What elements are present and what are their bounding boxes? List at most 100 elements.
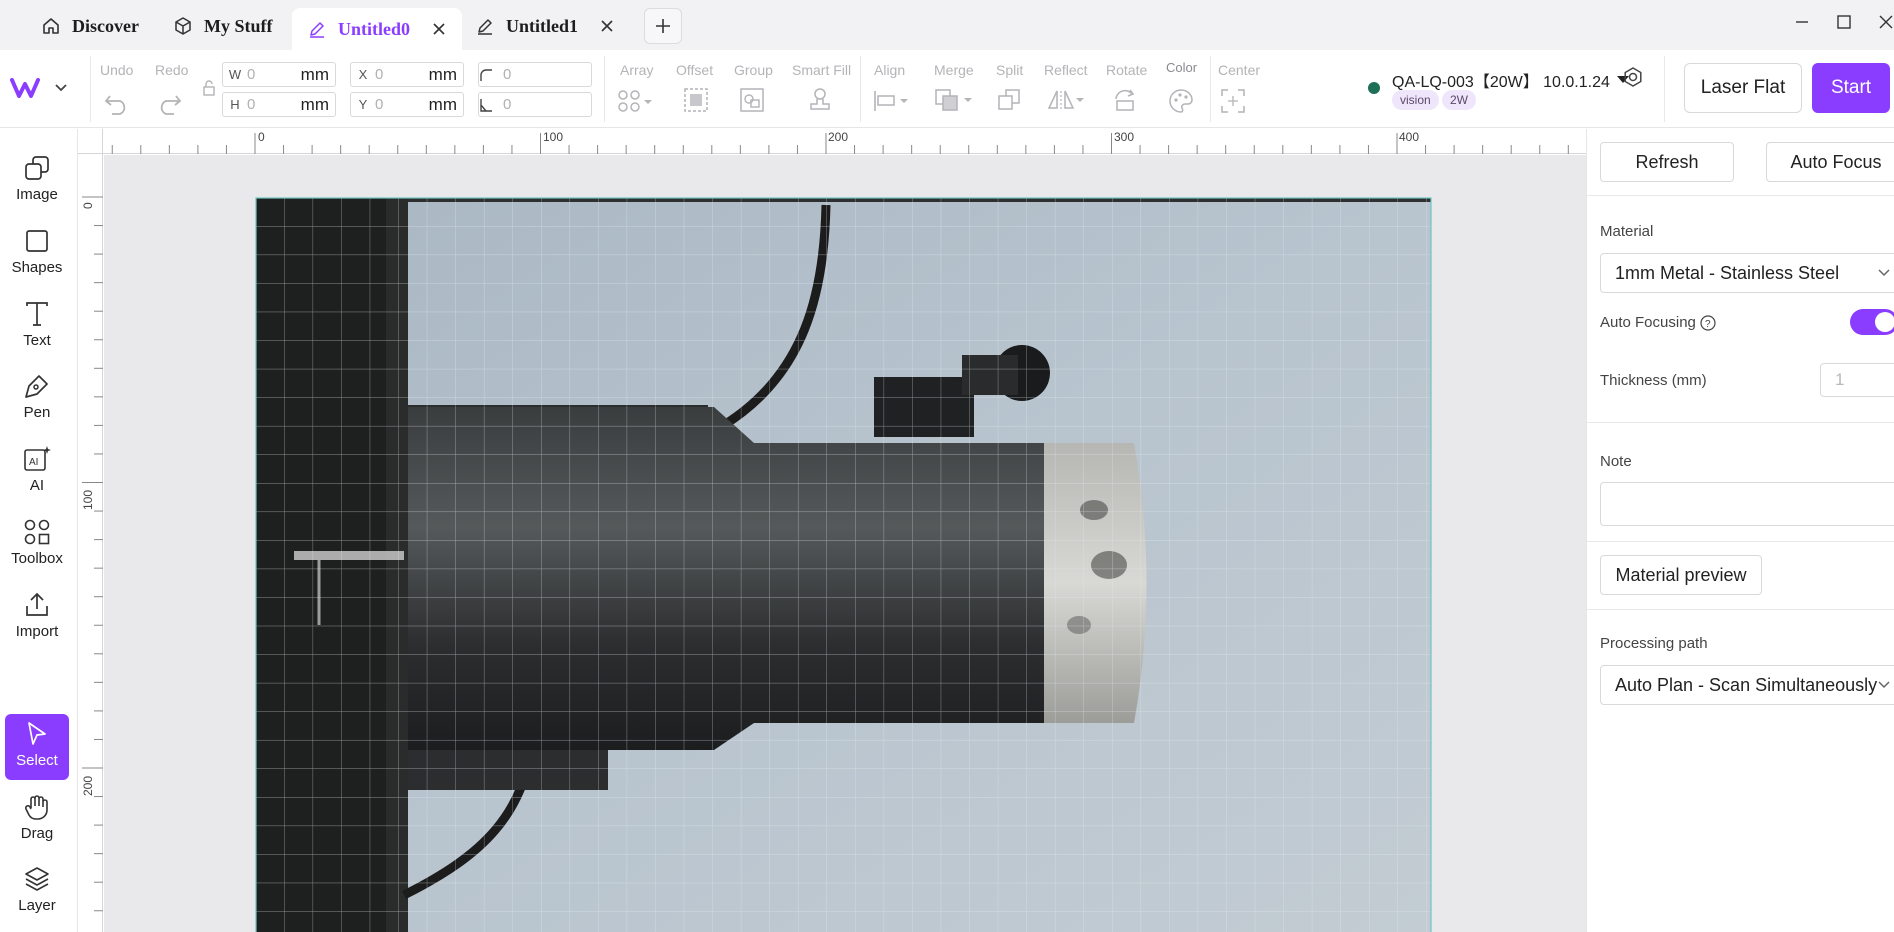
svg-text:AI: AI <box>29 457 38 468</box>
badge-power: 2W <box>1442 90 1476 110</box>
processing-path-select[interactable]: Auto Plan - Scan Simultaneously <box>1600 665 1894 705</box>
close-icon[interactable] <box>430 20 448 38</box>
reflect-button[interactable] <box>1046 86 1088 114</box>
tool-label: Select <box>16 752 58 769</box>
divider <box>1587 195 1894 196</box>
note-label: Note <box>1600 453 1632 470</box>
width-unit: mm <box>300 64 329 84</box>
undo-button[interactable] <box>104 92 130 116</box>
tool-image[interactable]: Image <box>5 148 69 214</box>
skew-field[interactable]: 0 <box>478 92 592 117</box>
divider <box>860 56 861 122</box>
lock-ratio-button[interactable] <box>202 80 216 96</box>
center-label: Center <box>1218 62 1261 78</box>
upload-icon <box>26 592 48 616</box>
tool-shapes[interactable]: Shapes <box>5 221 69 287</box>
split-icon <box>998 89 1020 110</box>
connection-status-dot <box>1368 82 1380 94</box>
tool-label: Pen <box>23 404 51 421</box>
cursor-arrow-icon <box>28 722 46 745</box>
color-button[interactable] <box>1168 88 1194 114</box>
auto-focusing-toggle[interactable] <box>1850 309 1894 335</box>
note-textarea[interactable] <box>1600 482 1894 526</box>
array-button[interactable] <box>616 86 658 116</box>
tab-discover[interactable]: Discover <box>40 8 139 44</box>
start-button[interactable]: Start <box>1812 63 1890 113</box>
y-unit: mm <box>428 94 457 114</box>
device-selector[interactable]: QA-LQ-003【20W】 10.0.1.24 <box>1392 68 1630 92</box>
logo-icon <box>10 78 40 98</box>
undo-label: Undo <box>100 62 134 78</box>
width-prefix: W <box>228 67 242 82</box>
material-select[interactable]: 1mm Metal - Stainless Steel <box>1600 253 1894 293</box>
offset-button[interactable] <box>682 86 710 114</box>
vertical-ruler[interactable]: 0 100 200 <box>78 154 103 932</box>
tool-ai[interactable]: AI AI <box>5 439 69 505</box>
laser-flat-button[interactable]: Laser Flat <box>1684 63 1802 113</box>
tab-untitled0[interactable]: Untitled0 <box>292 8 462 50</box>
divider <box>604 56 605 122</box>
chevron-down-icon <box>55 84 67 92</box>
help-icon[interactable]: ? <box>1700 314 1716 331</box>
split-button[interactable] <box>996 86 1024 114</box>
app-logo-menu[interactable] <box>10 76 70 100</box>
canvas-workarea[interactable] <box>104 155 1586 932</box>
tool-drag[interactable]: Drag <box>5 787 69 853</box>
horizontal-ruler[interactable]: 0 100 200 300 400 <box>78 129 1586 154</box>
rotate-button[interactable] <box>1112 86 1140 114</box>
smart-fill-label: Smart Fill <box>792 62 852 78</box>
y-prefix: Y <box>358 97 368 112</box>
plus-icon <box>656 19 670 33</box>
hand-icon <box>24 795 48 820</box>
ruler-label: 400 <box>1399 130 1419 144</box>
refresh-button[interactable]: Refresh <box>1600 142 1734 182</box>
thickness-input[interactable]: 1 <box>1820 363 1894 397</box>
width-field[interactable]: W 0 mm <box>222 62 336 87</box>
y-position-field[interactable]: Y 0 mm <box>350 92 464 117</box>
material-preview-button[interactable]: Material preview <box>1600 555 1762 595</box>
center-icon <box>1221 89 1245 113</box>
main-toolbar: Undo Redo W 0 mm H 0 mm X 0 mm Y 0 mm 0 <box>0 50 1894 128</box>
tool-text[interactable]: Text <box>5 294 69 360</box>
camera-preview-image <box>255 197 1432 932</box>
svg-text:?: ? <box>1705 319 1711 330</box>
ruler-corner <box>78 129 103 154</box>
tab-untitled1[interactable]: Untitled1 <box>474 8 616 44</box>
x-position-field[interactable]: X 0 mm <box>350 62 464 87</box>
auto-focus-button[interactable]: Auto Focus <box>1766 142 1894 182</box>
tool-label: Layer <box>18 897 56 914</box>
chevron-down-icon <box>1878 269 1890 277</box>
center-button[interactable] <box>1220 88 1246 114</box>
auto-focusing-label: Auto Focusing <box>1600 314 1696 331</box>
ruler-label: 200 <box>828 130 848 144</box>
group-button[interactable] <box>738 86 766 114</box>
tool-select[interactable]: Select <box>5 714 69 780</box>
toolbox-icon <box>24 519 50 545</box>
redo-button[interactable] <box>156 92 182 116</box>
array-label: Array <box>620 62 654 78</box>
offset-icon <box>684 88 708 112</box>
height-field[interactable]: H 0 mm <box>222 92 336 117</box>
smart-fill-button[interactable] <box>806 86 834 114</box>
add-tab-button[interactable] <box>644 8 682 44</box>
offset-label: Offset <box>676 62 714 78</box>
tab-my-stuff[interactable]: My Stuff <box>172 8 273 44</box>
tool-layer[interactable]: Layer <box>5 859 69 925</box>
right-settings-panel: Refresh Auto Focus Material 1mm Metal - … <box>1586 129 1894 932</box>
device-settings-button[interactable] <box>1622 66 1644 88</box>
x-unit: mm <box>428 64 457 84</box>
tool-toolbox[interactable]: Toolbox <box>5 512 69 578</box>
maximize-window-button[interactable] <box>1832 10 1856 34</box>
tool-pen[interactable]: Pen <box>5 366 69 432</box>
tab-label: My Stuff <box>204 15 273 36</box>
corner-radius-field[interactable]: 0 <box>478 62 592 87</box>
tab-bar: Discover My Stuff Untitled0 Untitled1 <box>0 0 1894 50</box>
merge-button[interactable] <box>934 86 976 114</box>
minimize-window-button[interactable] <box>1790 10 1814 34</box>
tool-import[interactable]: Import <box>5 585 69 651</box>
close-icon[interactable] <box>598 17 616 35</box>
close-window-button[interactable] <box>1874 10 1894 34</box>
palette-icon <box>1169 89 1193 113</box>
tool-label: AI <box>29 477 45 494</box>
align-button[interactable] <box>872 88 914 114</box>
